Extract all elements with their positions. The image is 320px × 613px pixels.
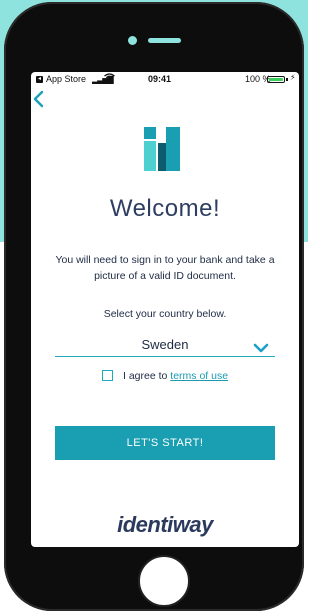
start-button[interactable]: LET'S START! — [55, 426, 275, 460]
speaker-bar — [148, 38, 181, 43]
country-select-label: Select your country below. — [103, 308, 227, 320]
charging-icon: ⚡ — [290, 73, 296, 82]
app-screen: ◂ App Store ▂▃▅▇ 09:41 100 % ⚡ Welcome! — [31, 72, 299, 547]
brand-logo: identiway — [117, 512, 213, 537]
status-bar: ◂ App Store ▂▃▅▇ 09:41 100 % ⚡ — [31, 72, 299, 88]
country-dropdown[interactable]: Sweden — [55, 334, 275, 357]
chevron-down-icon[interactable] — [253, 340, 269, 353]
back-to-app-icon[interactable]: ◂ — [36, 76, 43, 83]
chevron-left-icon[interactable] — [31, 88, 49, 110]
terms-checkbox[interactable] — [102, 370, 113, 381]
status-time: 09:41 — [148, 74, 172, 84]
wifi-icon — [104, 73, 115, 84]
app-logo-icon — [144, 127, 180, 171]
agree-label: I agree to terms of use — [123, 370, 228, 382]
terms-agreement-row: I agree to terms of use — [102, 370, 262, 384]
battery-tip — [286, 78, 288, 81]
description-text: You will need to sign in to your bank an… — [55, 254, 275, 282]
camera-dot — [128, 36, 137, 45]
agree-prefix: I agree to — [123, 370, 171, 382]
battery-icon — [267, 76, 285, 83]
home-button[interactable] — [138, 555, 190, 607]
page-title: Welcome! — [109, 195, 221, 222]
phone-frame: ◂ App Store ▂▃▅▇ 09:41 100 % ⚡ Welcome! — [4, 2, 304, 611]
terms-of-use-link[interactable]: terms of use — [170, 370, 228, 382]
country-selected-value: Sweden — [141, 337, 189, 352]
back-app-label[interactable]: App Store — [46, 74, 86, 84]
